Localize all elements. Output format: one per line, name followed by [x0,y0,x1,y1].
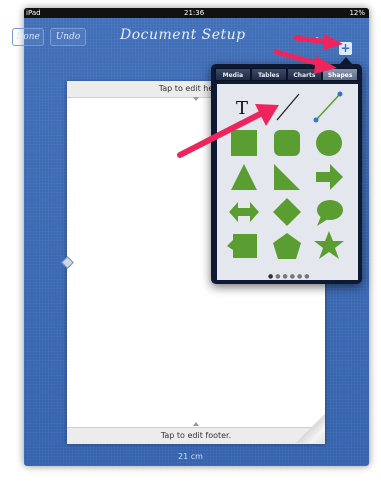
annotation-arrow-icon [177,104,279,158]
annotation-arrows [177,34,343,158]
annotation-arrow-icon [273,49,337,74]
annotation-arrow-icon [293,34,343,50]
